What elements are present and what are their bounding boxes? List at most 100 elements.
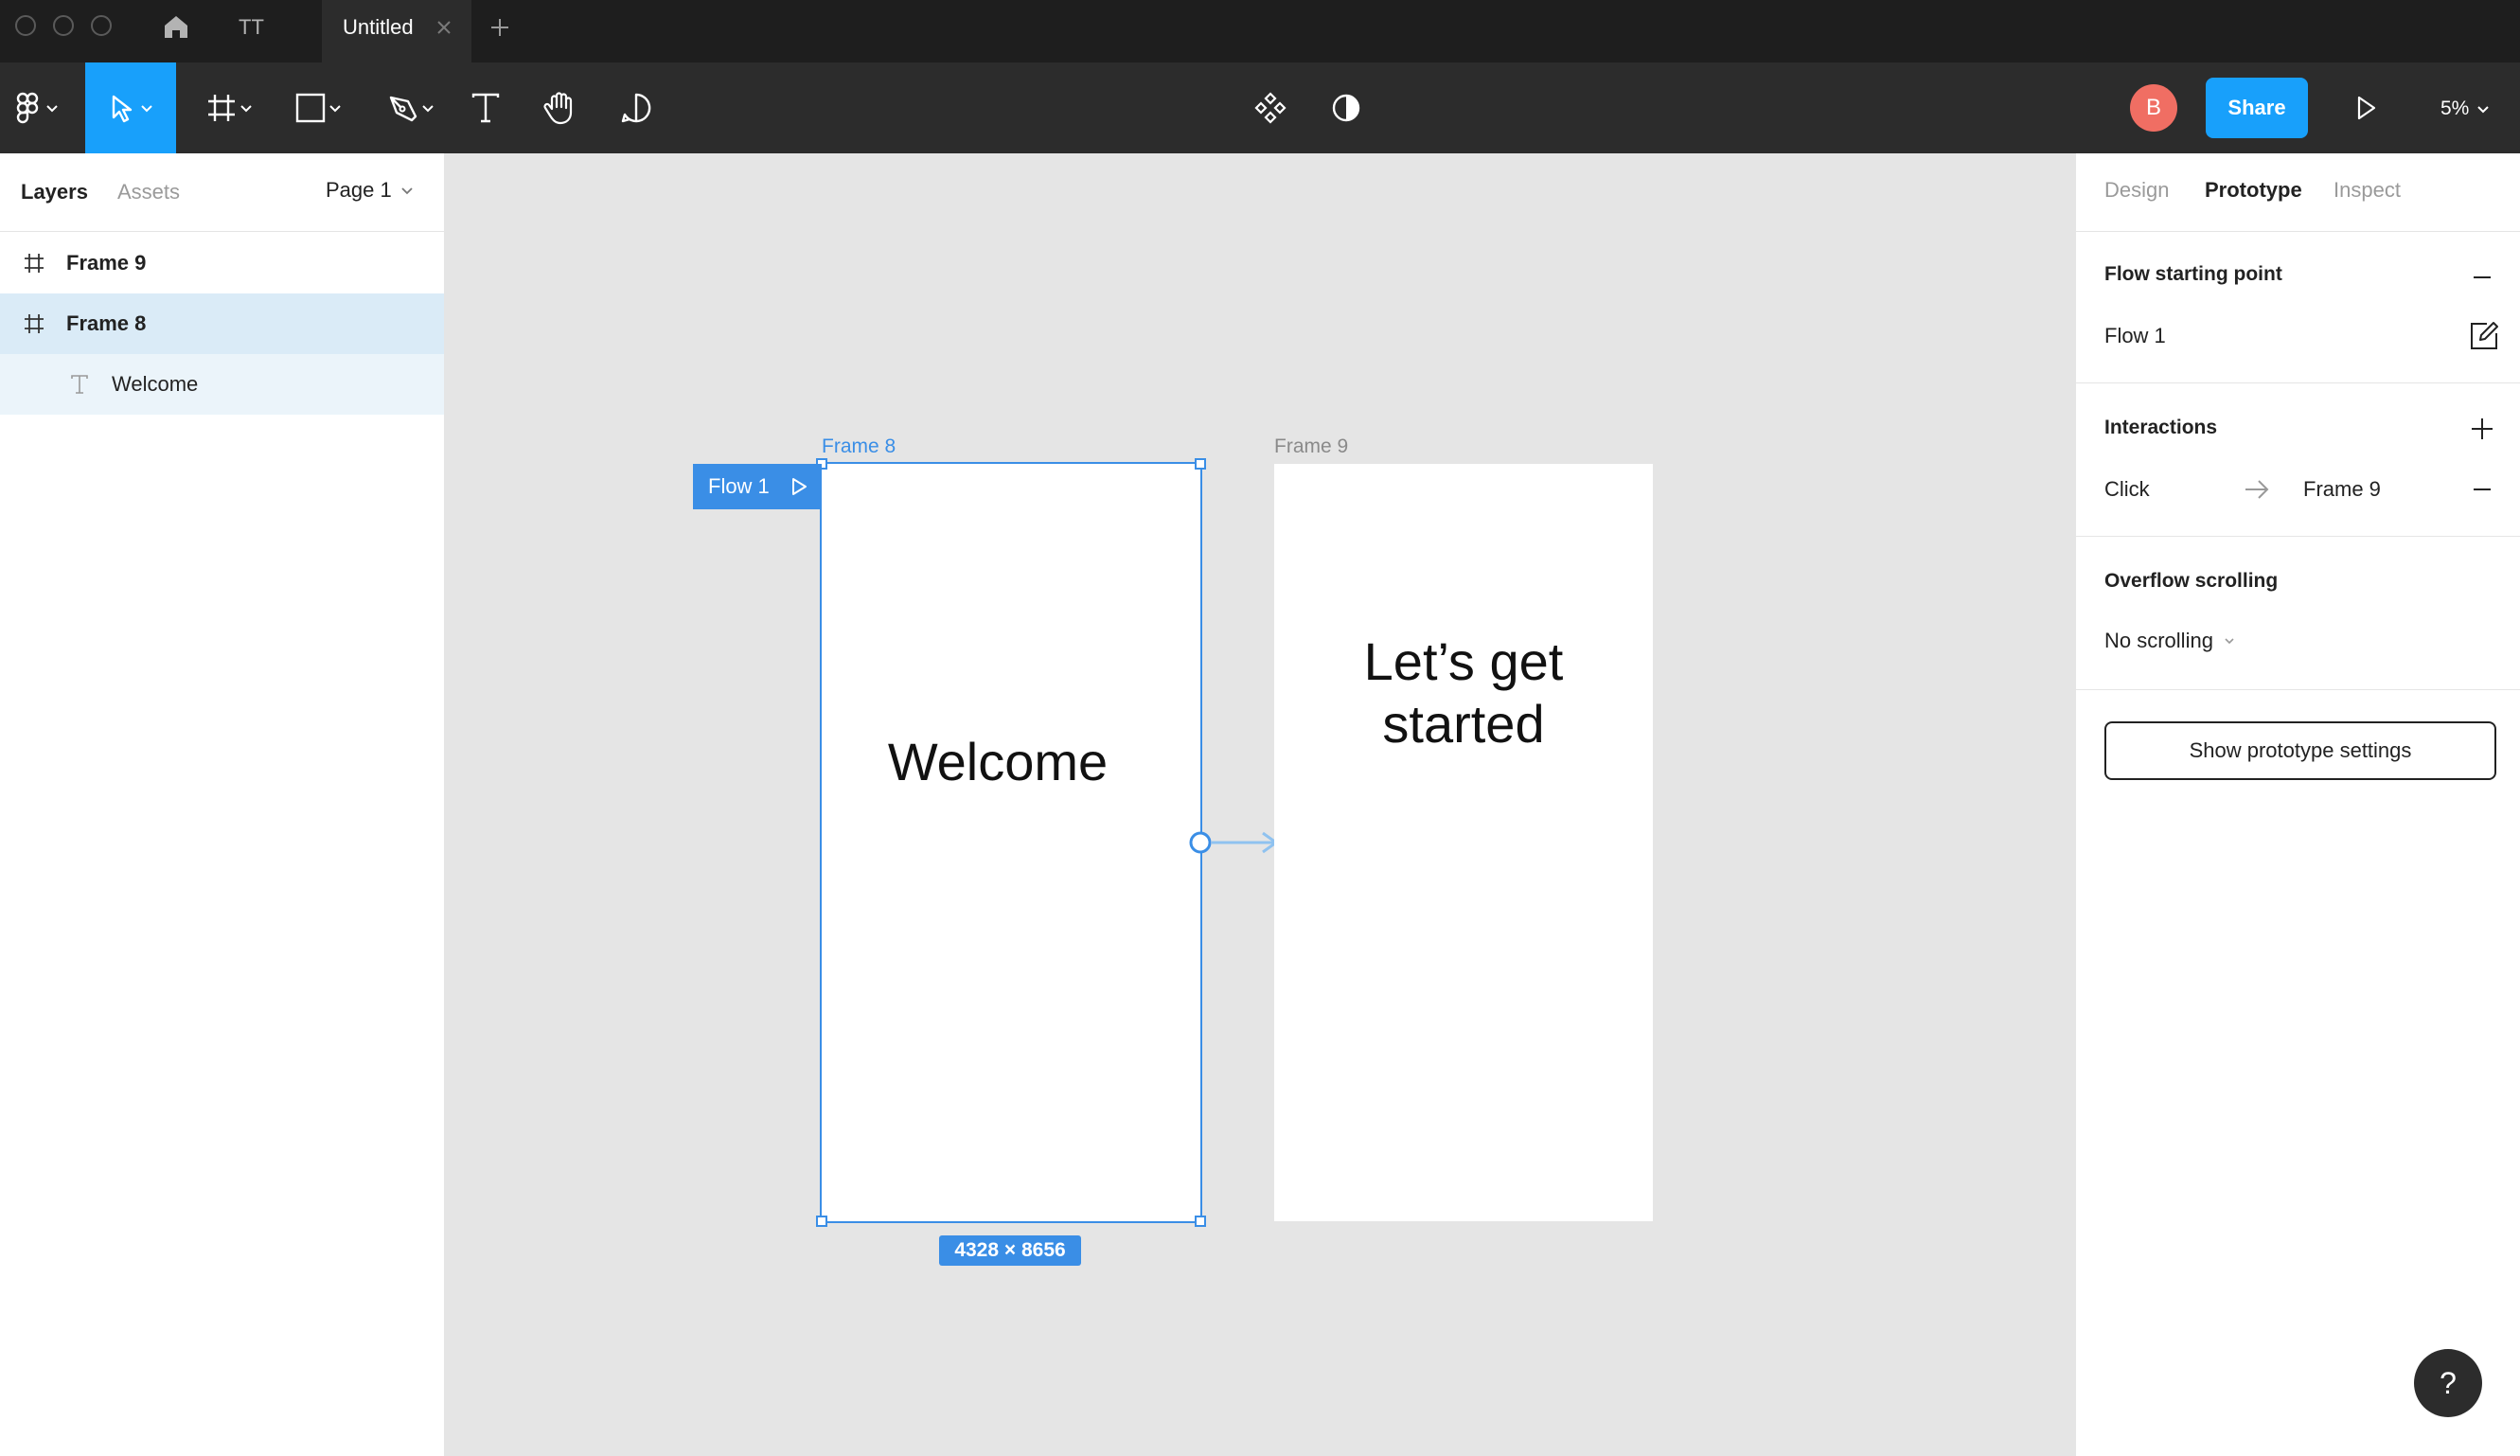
components-button[interactable]: [1248, 62, 1293, 153]
rectangle-icon: [295, 93, 326, 123]
remove-interaction-icon[interactable]: [2470, 477, 2494, 502]
canvas[interactable]: [445, 153, 2075, 1456]
hand-icon: [543, 92, 573, 125]
pen-tool-button[interactable]: [375, 62, 449, 153]
flow-name[interactable]: Flow 1: [2104, 324, 2166, 348]
main-menu-button[interactable]: [8, 62, 68, 153]
layer-welcome[interactable]: Welcome: [0, 354, 444, 415]
minimize-window-button[interactable]: [53, 15, 74, 36]
frame-9-label[interactable]: Frame 9: [1274, 435, 1348, 458]
frame-9[interactable]: Let’s get started: [1274, 464, 1653, 1221]
toolbar: B Share 5%: [0, 62, 2520, 153]
flow-badge-label: Flow 1: [708, 474, 770, 498]
layer-frame-8[interactable]: Frame 8: [0, 293, 444, 354]
prototype-connection[interactable]: [1185, 826, 1280, 860]
text-line: started: [1382, 694, 1545, 754]
interaction-target[interactable]: Frame 9: [2303, 477, 2381, 502]
add-interaction-icon[interactable]: [2470, 417, 2494, 441]
tab-untitled[interactable]: Untitled: [322, 0, 471, 62]
tab-tt[interactable]: TT: [239, 0, 264, 62]
play-icon: [2357, 96, 2376, 120]
tab-assets[interactable]: Assets: [117, 180, 180, 204]
new-tab-icon[interactable]: [488, 16, 511, 39]
tab-tt-label: TT: [239, 15, 264, 39]
avatar[interactable]: B: [2130, 84, 2177, 132]
share-label: Share: [2227, 96, 2286, 119]
help-button[interactable]: ?: [2414, 1349, 2482, 1417]
overflow-value: No scrolling: [2104, 629, 2213, 652]
text-line: Let’s get: [1363, 631, 1564, 691]
chevron-down-icon: [2225, 638, 2234, 645]
pointer-icon: [112, 95, 133, 123]
show-prototype-settings-button[interactable]: Show prototype settings: [2104, 721, 2496, 780]
layer-label: Frame 9: [66, 251, 147, 275]
edit-icon[interactable]: [2468, 320, 2500, 352]
divider: [0, 231, 444, 232]
play-icon: [791, 478, 807, 495]
zoom-value: 5%: [2440, 98, 2470, 119]
present-button[interactable]: [2342, 62, 2389, 153]
home-icon[interactable]: [161, 11, 191, 42]
chevron-down-icon: [240, 105, 252, 113]
comment-tool-button[interactable]: [613, 62, 659, 153]
share-button[interactable]: Share: [2206, 78, 2308, 138]
shape-tool-button[interactable]: [282, 62, 356, 153]
figma-logo-icon: [16, 92, 39, 124]
chevron-down-icon: [2477, 106, 2490, 114]
interaction-trigger[interactable]: Click: [2104, 477, 2150, 502]
text-icon: [471, 93, 500, 123]
frame-tool-button[interactable]: [193, 62, 267, 153]
size-value: 4328 × 8656: [954, 1239, 1066, 1261]
tab-layers[interactable]: Layers: [21, 180, 88, 204]
divider: [2076, 231, 2520, 232]
page-name: Page 1: [326, 178, 392, 202]
frame-icon: [25, 314, 44, 333]
chevron-down-icon: [422, 105, 434, 113]
arrow-right-icon: [2245, 480, 2269, 499]
tab-design[interactable]: Design: [2104, 178, 2169, 203]
lets-get-started-text[interactable]: Let’s get started: [1274, 630, 1653, 755]
close-window-button[interactable]: [15, 15, 36, 36]
chevron-down-icon: [329, 105, 341, 113]
remove-flow-icon[interactable]: [2470, 265, 2494, 290]
maximize-window-button[interactable]: [91, 15, 112, 36]
show-prototype-settings-label: Show prototype settings: [2189, 738, 2412, 762]
zoom-dropdown[interactable]: 5%: [2440, 95, 2492, 123]
contrast-toggle-button[interactable]: [1323, 62, 1369, 153]
frame-icon: [208, 95, 235, 121]
help-icon: ?: [2440, 1366, 2457, 1400]
welcome-text[interactable]: Welcome: [822, 731, 1174, 792]
flow-starting-point-heading: Flow starting point: [2104, 263, 2282, 285]
layer-label: Frame 8: [66, 311, 147, 335]
interactions-heading: Interactions: [2104, 417, 2218, 438]
tab-untitled-label: Untitled: [343, 15, 414, 39]
component-icon: [1254, 92, 1287, 124]
resize-handle[interactable]: [816, 1216, 827, 1227]
pen-icon: [389, 96, 417, 122]
frame-8-label[interactable]: Frame 8: [822, 435, 896, 458]
text-tool-button[interactable]: [464, 62, 507, 153]
resize-handle[interactable]: [1195, 458, 1206, 470]
close-tab-icon[interactable]: [435, 19, 453, 36]
comment-icon: [621, 93, 651, 123]
title-bar: TT Untitled: [0, 0, 2520, 62]
tab-inspect[interactable]: Inspect: [2334, 178, 2401, 203]
layer-frame-9[interactable]: Frame 9: [0, 233, 444, 293]
layers-panel: Layers Assets Page 1 Frame 9 Frame 8 Wel…: [0, 153, 445, 1456]
tab-prototype[interactable]: Prototype: [2205, 178, 2302, 203]
chevron-down-icon: [401, 187, 413, 195]
divider: [2076, 382, 2520, 383]
frame-8[interactable]: Welcome: [820, 462, 1202, 1223]
flow-badge[interactable]: Flow 1: [693, 464, 822, 509]
hand-tool-button[interactable]: [538, 62, 583, 153]
properties-panel: Design Prototype Inspect Flow starting p…: [2075, 153, 2520, 1456]
move-tool-button[interactable]: [85, 62, 176, 153]
divider: [2076, 689, 2520, 690]
frame-icon: [25, 254, 44, 273]
chevron-down-icon: [141, 105, 152, 113]
overflow-dropdown[interactable]: No scrolling: [2104, 629, 2236, 653]
resize-handle[interactable]: [1195, 1216, 1206, 1227]
page-dropdown[interactable]: Page 1: [326, 178, 415, 203]
size-badge: 4328 × 8656: [939, 1235, 1081, 1266]
text-icon: [71, 375, 88, 394]
